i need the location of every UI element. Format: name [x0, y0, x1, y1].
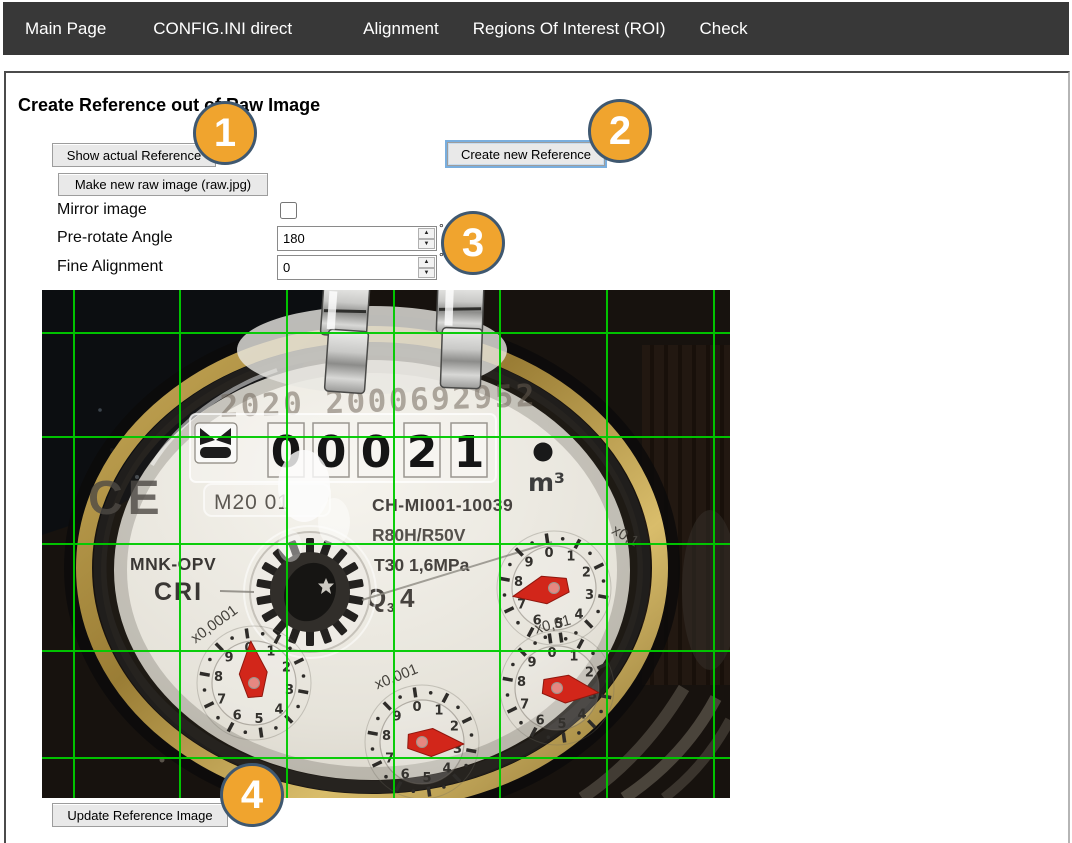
annotation-step-4: 4 [220, 763, 284, 827]
svg-text:0: 0 [361, 427, 392, 478]
svg-text:0: 0 [547, 646, 556, 661]
svg-text:5: 5 [422, 771, 431, 786]
svg-text:0: 0 [412, 700, 421, 715]
annotation-step-3: 3 [441, 211, 505, 275]
svg-text:7: 7 [517, 597, 526, 612]
svg-text:8: 8 [517, 675, 526, 690]
make-new-raw-image-button[interactable]: Make new raw image (raw.jpg) [58, 173, 268, 196]
svg-text:2: 2 [585, 666, 594, 681]
svg-text:1: 1 [266, 645, 275, 660]
svg-text:1: 1 [454, 427, 485, 478]
svg-text:2: 2 [407, 427, 438, 478]
mirror-image-checkbox[interactable] [280, 202, 297, 219]
svg-text:8: 8 [382, 729, 391, 744]
svg-text:5: 5 [557, 717, 566, 732]
svg-text:9: 9 [224, 651, 233, 666]
nav-main-page[interactable]: Main Page [25, 19, 106, 39]
nav-regions-of-interest[interactable]: Regions Of Interest (ROI) [473, 19, 666, 39]
svg-text:M20 01: M20 01 [214, 491, 290, 514]
nav-alignment[interactable]: Alignment [363, 19, 439, 39]
prerotate-spinner-up-icon[interactable]: ▲ [418, 228, 435, 239]
svg-text:m³: m³ [528, 468, 565, 497]
prerotate-spinner-down-icon[interactable]: ▼ [418, 239, 435, 250]
annotation-step-1: 1 [193, 101, 257, 165]
svg-text:MNK-OPV: MNK-OPV [130, 554, 216, 574]
svg-text:8: 8 [514, 575, 523, 590]
update-reference-image-button[interactable]: Update Reference Image [52, 803, 228, 827]
svg-text:4: 4 [442, 761, 451, 776]
prerotate-spinner: ▲ ▼ [418, 228, 435, 249]
svg-text:4: 4 [274, 702, 283, 717]
page: Main Page CONFIG.INI direct Alignment Re… [0, 0, 1072, 843]
svg-text:2: 2 [450, 720, 459, 735]
show-actual-reference-button[interactable]: Show actual Reference [52, 143, 216, 167]
fine-alignment-value: 0 [283, 260, 290, 275]
prerotate-angle-label: Pre-rotate Angle [57, 229, 173, 247]
top-nav: Main Page CONFIG.INI direct Alignment Re… [3, 2, 1069, 55]
nav-check[interactable]: Check [699, 19, 747, 39]
annotation-step-2: 2 [588, 99, 652, 163]
nav-config-ini-direct[interactable]: CONFIG.INI direct [153, 19, 292, 39]
svg-text:1: 1 [566, 550, 575, 565]
svg-text:R80H/R50V: R80H/R50V [372, 525, 466, 545]
page-title: Create Reference out of Raw Image [18, 95, 320, 116]
reference-image: 2020 200069295200021m³CEM20 01CH-MI001-1… [42, 290, 730, 798]
svg-text:7: 7 [217, 692, 226, 707]
svg-text:6: 6 [401, 767, 410, 782]
svg-text:3: 3 [585, 588, 594, 603]
svg-text:6: 6 [536, 713, 545, 728]
fine-alignment-input[interactable]: 0 ▲ ▼ [277, 255, 437, 280]
svg-text:CRI: CRI [154, 578, 203, 606]
prerotate-angle-input[interactable]: 180 ▲ ▼ [277, 226, 437, 251]
prerotate-angle-value: 180 [283, 231, 305, 246]
svg-text:CE: CE [88, 472, 165, 525]
svg-text:7: 7 [520, 697, 529, 712]
mirror-image-label: Mirror image [57, 201, 147, 219]
svg-text:1: 1 [434, 704, 443, 719]
svg-text:9: 9 [527, 656, 536, 671]
svg-text:6: 6 [233, 708, 242, 723]
fine-alignment-spinner: ▲ ▼ [418, 257, 435, 278]
fine-alignment-label: Fine Alignment [57, 258, 163, 276]
svg-text:4: 4 [577, 707, 586, 722]
svg-text:9: 9 [524, 556, 533, 571]
fine-alignment-spinner-up-icon[interactable]: ▲ [418, 257, 435, 268]
svg-text:8: 8 [214, 670, 223, 685]
create-new-reference-button[interactable]: Create new Reference [447, 142, 605, 166]
svg-text:5: 5 [254, 712, 263, 727]
svg-text:4: 4 [574, 607, 583, 622]
svg-text:0: 0 [544, 546, 553, 561]
content-panel: Create Reference out of Raw Image Show a… [4, 71, 1070, 843]
svg-text:2: 2 [582, 566, 591, 581]
fine-alignment-spinner-down-icon[interactable]: ▼ [418, 268, 435, 279]
